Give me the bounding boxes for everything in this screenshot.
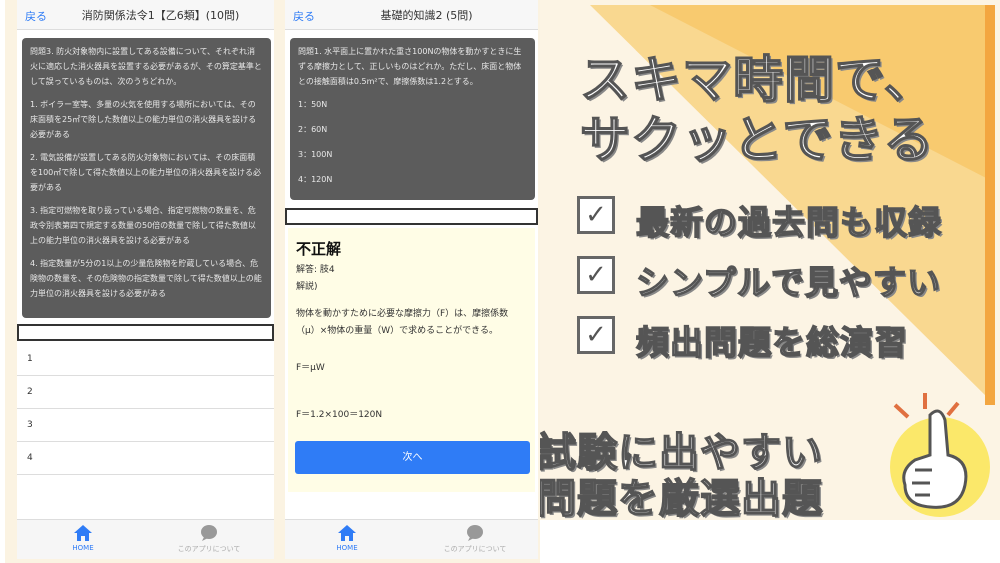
choice-text: 3. 指定可燃物を取り扱っている場合、指定可燃物の数量を、危政令別表第四で規定す… — [30, 206, 256, 245]
choice-text: 3：100N — [298, 150, 333, 159]
tab-home[interactable]: HOME — [287, 524, 407, 552]
phone-screenshot-2: 戻る 基礎的知識2 (5問) 問題1. 水平面上に置かれた重さ100Nの物体を動… — [280, 0, 540, 563]
choice-text: 2. 電気設備が設置してある防火対象物においては、その床面積を100㎡で除して得… — [30, 153, 262, 192]
promo-banner: スキマ時間で、 サクッとできる ✓ 最新の過去問も収録 ✓ シンプルで見やすい … — [540, 0, 1000, 563]
tab-bar: HOME このアプリについて — [17, 519, 274, 559]
option-2[interactable]: 2 — [17, 376, 274, 409]
chat-bubble-icon — [467, 525, 483, 541]
page-title: 消防関係法令1【乙6類】(10問) — [81, 9, 240, 22]
choice-text: 1：50N — [298, 100, 328, 109]
thumbs-pointing-hand-icon — [890, 393, 990, 517]
question-panel: 問題1. 水平面上に置かれた重さ100Nの物体を動かすときに生ずる摩擦力として、… — [290, 38, 535, 200]
bottom-line-2: 問題を厳選出題 — [540, 475, 823, 523]
tab-home-label: HOME — [336, 544, 358, 552]
choice-text: 4. 指定数量が5分の1以上の少量危険物を貯蔵している場合、危険物の数量を、その… — [30, 259, 262, 298]
option-3[interactable]: 3 — [17, 409, 274, 442]
option-1[interactable]: 1 — [17, 343, 274, 376]
tab-home-label: HOME — [72, 544, 94, 552]
question-panel: 問題3. 防火対象物内に設置してある設備について、それぞれ消火に適応した消火器具… — [22, 38, 271, 318]
tab-bar: HOME このアプリについて — [285, 519, 538, 559]
back-button[interactable]: 戻る — [293, 8, 315, 24]
tab-about-label: このアプリについて — [443, 545, 507, 553]
feature-2: シンプルで見やすい — [635, 262, 942, 303]
answer-input[interactable] — [17, 324, 274, 341]
headline-line-2: サクッとできる — [579, 110, 935, 170]
question-text: 問題3. 防火対象物内に設置してある設備について、それぞれ消火に適応した消火器具… — [30, 47, 262, 86]
correct-answer: 解答: 肢4 — [296, 265, 335, 275]
checkbox-icon: ✓ — [577, 256, 615, 294]
option-4[interactable]: 4 — [17, 442, 274, 475]
chat-bubble-icon — [201, 525, 217, 541]
home-icon — [74, 525, 92, 541]
tab-home[interactable]: HOME — [23, 524, 143, 552]
home-icon — [338, 525, 356, 541]
formula: F＝1.2×100＝120N — [296, 410, 383, 420]
nav-header: 戻る 基礎的知識2 (5問) — [285, 0, 538, 30]
back-button[interactable]: 戻る — [25, 8, 47, 24]
page-title: 基礎的知識2 (5問) — [380, 9, 473, 22]
tab-about[interactable]: このアプリについて — [415, 524, 535, 554]
tab-about-label: このアプリについて — [177, 545, 241, 553]
checkbox-icon: ✓ — [577, 196, 615, 234]
feature-1: 最新の過去問も収録 — [635, 202, 942, 243]
next-button[interactable]: 次へ — [295, 441, 530, 474]
choice-text: 4：120N — [298, 175, 333, 184]
answer-input[interactable] — [285, 208, 538, 225]
result-verdict: 不正解 — [296, 240, 342, 258]
formula: F＝μW — [296, 363, 325, 373]
explanation-text: 物体を動かすために必要な摩擦力（F）は、摩擦係数（μ）×物体の重量（W）で求める… — [296, 309, 509, 336]
explanation-label: 解説) — [296, 282, 318, 292]
nav-header: 戻る 消防関係法令1【乙6類】(10問) — [17, 0, 274, 30]
feature-3: 頻出問題を総演習 — [635, 322, 908, 363]
tab-about[interactable]: このアプリについて — [149, 524, 269, 554]
choice-text: 2：60N — [298, 125, 328, 134]
question-text: 問題1. 水平面上に置かれた重さ100Nの物体を動かすときに生ずる摩擦力として、… — [298, 47, 522, 86]
checkbox-icon: ✓ — [577, 316, 615, 354]
phone-screenshot-1: 戻る 消防関係法令1【乙6類】(10問) 問題3. 防火対象物内に設置してある設… — [5, 0, 280, 563]
choice-text: 1. ボイラー室等、多量の火気を使用する場所においては、その床面積を25㎡で除し… — [30, 100, 257, 139]
